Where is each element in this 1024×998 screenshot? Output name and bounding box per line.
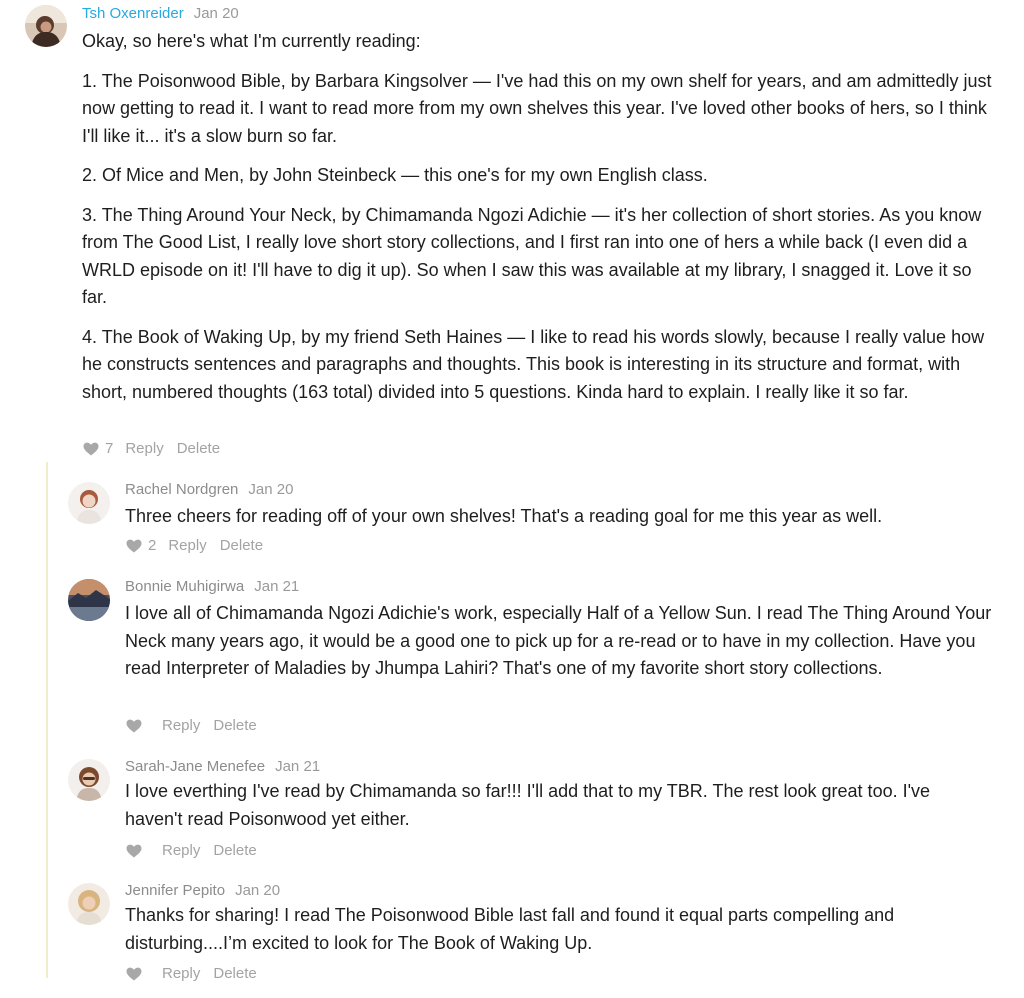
comment-actions: 7 Reply Delete xyxy=(83,439,220,459)
comment-date[interactable]: Jan 20 xyxy=(235,882,280,899)
comment-paragraph: 4. The Book of Waking Up, by my friend S… xyxy=(82,326,985,402)
avatar[interactable] xyxy=(68,883,110,925)
comment-body: I love everthing I've read by Chimamanda… xyxy=(125,778,985,833)
comment-body: Thanks for sharing! I read The Poisonwoo… xyxy=(125,902,985,957)
avatar[interactable] xyxy=(68,759,110,801)
comment-date[interactable]: Jan 20 xyxy=(194,5,239,22)
comment-paragraph: 2. Of Mice and Men, by John Steinbeck — … xyxy=(82,165,708,185)
comment-paragraph: I love all of Chimamanda Ngozi Adichie's… xyxy=(125,603,992,678)
comment-actions: Reply Delete xyxy=(126,841,257,861)
comment-date[interactable]: Jan 21 xyxy=(254,578,299,595)
comment-author[interactable]: Tsh Oxenreider xyxy=(82,5,184,22)
heart-icon[interactable] xyxy=(126,844,142,858)
comment-body: Three cheers for reading off of your own… xyxy=(125,503,1005,531)
reply-button[interactable]: Reply xyxy=(162,716,200,736)
comment-paragraph: Okay, so here's what I'm currently readi… xyxy=(82,31,421,51)
comment-author[interactable]: Rachel Nordgren xyxy=(125,481,238,498)
comment-date[interactable]: Jan 20 xyxy=(248,481,293,498)
comment-paragraph: Three cheers for reading off of your own… xyxy=(125,506,883,526)
comment-body: Okay, so here's what I'm currently readi… xyxy=(82,28,992,406)
comment-body: I love all of Chimamanda Ngozi Adichie's… xyxy=(125,600,1000,683)
reply-button[interactable]: Reply xyxy=(162,964,200,984)
comment-paragraph: 1. The Poisonwood Bible, by Barbara King… xyxy=(82,70,992,146)
delete-button[interactable]: Delete xyxy=(213,964,256,984)
delete-button[interactable]: Delete xyxy=(177,439,220,459)
like-count: 2 xyxy=(148,537,157,554)
avatar[interactable] xyxy=(68,482,110,524)
comment-author[interactable]: Bonnie Muhigirwa xyxy=(125,578,244,595)
heart-icon[interactable] xyxy=(83,442,99,456)
reply-button[interactable]: Reply xyxy=(162,841,200,861)
avatar[interactable] xyxy=(25,5,67,47)
comment-date[interactable]: Jan 21 xyxy=(275,758,320,775)
comment-paragraph: 3. The Thing Around Your Neck, by Chimam… xyxy=(82,204,982,308)
comment-actions: 2 Reply Delete xyxy=(126,536,263,556)
delete-button[interactable]: Delete xyxy=(213,841,256,861)
avatar[interactable] xyxy=(68,579,110,621)
delete-button[interactable]: Delete xyxy=(213,716,256,736)
like-count: 7 xyxy=(105,440,114,457)
heart-icon[interactable] xyxy=(126,967,142,981)
comment-author[interactable]: Sarah-Jane Menefee xyxy=(125,758,265,775)
comment-actions: Reply Delete xyxy=(126,716,257,736)
comment-paragraph: Thanks for sharing! I read The Poisonwoo… xyxy=(125,905,895,953)
comment-paragraph: I love everthing I've read by Chimamanda… xyxy=(125,781,931,829)
heart-icon[interactable] xyxy=(126,539,142,553)
heart-icon[interactable] xyxy=(126,719,142,733)
delete-button[interactable]: Delete xyxy=(220,536,263,556)
reply-button[interactable]: Reply xyxy=(125,439,163,459)
comment-actions: Reply Delete xyxy=(126,964,257,984)
reply-button[interactable]: Reply xyxy=(168,536,206,556)
comment-author[interactable]: Jennifer Pepito xyxy=(125,882,225,899)
reply-thread-line xyxy=(46,462,48,978)
